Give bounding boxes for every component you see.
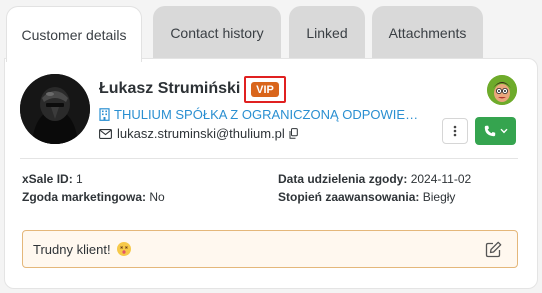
email-address[interactable]: lukasz.struminski@thulium.pl <box>117 126 285 141</box>
building-icon <box>99 108 110 121</box>
field-label: Stopień zaawansowania: <box>278 190 420 204</box>
cartoon-face-icon <box>487 75 517 105</box>
company-link[interactable]: THULIUM SPÓŁKA Z OGRANICZONĄ ODPOWIEDZIA… <box>99 107 419 122</box>
field-label: Data udzielenia zgody: <box>278 172 408 186</box>
vip-badge: VIP <box>251 82 279 97</box>
copy-icon[interactable] <box>289 128 298 139</box>
field-label: Zgoda marketingowa: <box>22 190 147 204</box>
company-name: THULIUM SPÓŁKA Z OGRANICZONĄ ODPOWIEDZIA… <box>114 107 419 122</box>
tab-linked[interactable]: Linked <box>289 6 365 60</box>
tab-customer-details[interactable]: Customer details <box>6 6 142 62</box>
tab-label: Attachments <box>388 25 467 41</box>
email-row: lukasz.struminski@thulium.pl <box>99 126 298 141</box>
field-value: 1 <box>76 172 83 186</box>
vertical-dots-icon <box>453 125 457 137</box>
consent-date-field: Data udzielenia zgody: 2024-11-02 <box>278 172 471 186</box>
call-button[interactable] <box>475 117 516 145</box>
customer-name: Łukasz Strumiński <box>99 80 241 97</box>
note-content: Trudny klient! <box>33 242 132 257</box>
tab-label: Linked <box>306 25 348 41</box>
tab-label: Contact history <box>170 25 264 41</box>
advancement-level-field: Stopień zaawansowania: Biegły <box>278 190 455 204</box>
field-value: 2024-11-02 <box>410 172 472 186</box>
edit-note-icon[interactable] <box>485 241 502 258</box>
vip-highlight-frame: VIP <box>244 76 286 103</box>
field-value: No <box>149 190 165 204</box>
agent-avatar[interactable] <box>487 75 517 105</box>
customer-avatar <box>20 74 90 144</box>
helmet-figure-icon <box>20 74 90 144</box>
tab-label: Customer details <box>21 26 127 43</box>
envelope-icon <box>99 128 112 139</box>
more-options-button[interactable] <box>442 118 468 144</box>
tab-bar: Customer details Contact history Linked … <box>0 0 542 62</box>
xsale-id-field: xSale ID: 1 <box>22 172 83 186</box>
tab-attachments[interactable]: Attachments <box>372 6 483 60</box>
field-value: Biegły <box>422 190 456 204</box>
customer-note: Trudny klient! <box>22 230 518 268</box>
field-label: xSale ID: <box>22 172 73 186</box>
dizzy-face-emoji-icon <box>117 242 132 256</box>
tab-contact-history[interactable]: Contact history <box>153 6 281 60</box>
section-divider <box>20 158 518 159</box>
note-text: Trudny klient! <box>33 242 111 257</box>
chevron-down-icon <box>499 128 508 134</box>
phone-icon <box>484 125 495 137</box>
marketing-consent-field: Zgoda marketingowa: No <box>22 190 165 204</box>
